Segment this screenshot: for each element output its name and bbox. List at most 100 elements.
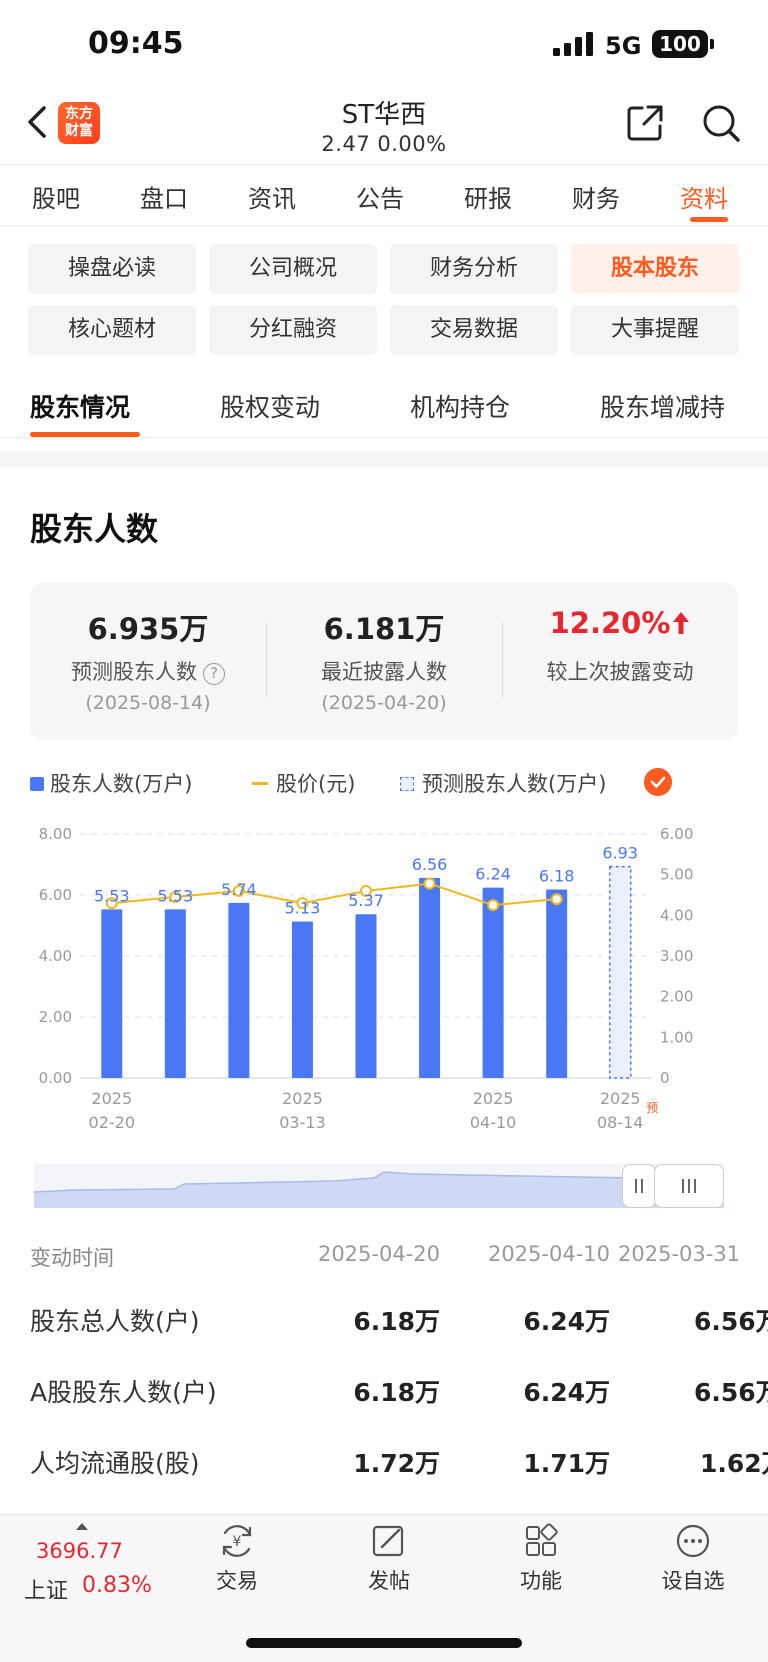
scrubber-handle-left[interactable] <box>622 1164 656 1208</box>
row-label: A股股东人数(户) <box>30 1378 217 1407</box>
network-type: 5G <box>605 32 642 60</box>
home-indicator <box>246 1638 522 1648</box>
x-tick-year: 2025 <box>282 1089 323 1108</box>
chip-trading-guide[interactable]: 操盘必读 <box>28 244 196 294</box>
chip-company-overview[interactable]: 公司概况 <box>209 244 377 294</box>
summary-card: 6.935万 预测股东人数? (2025-08-14) 6.181万 最近披露人… <box>30 582 738 740</box>
tab-announcements[interactable]: 公告 <box>356 179 404 214</box>
y-tick-left: 4.00 <box>39 947 72 965</box>
recent-value: 6.181万 <box>323 612 445 646</box>
table-cell: 6.24万 <box>523 1307 610 1336</box>
chip-trading-data[interactable]: 交易数据 <box>390 305 558 355</box>
y-tick-right: 3.00 <box>660 947 693 965</box>
section-tabs: 股东情况 股权变动 机构持仓 股东增减持 <box>0 376 768 438</box>
data-label: 5.37 <box>348 891 384 910</box>
table-header-label: 变动时间 <box>30 1246 114 1270</box>
bar <box>482 887 504 1078</box>
chip-dividends[interactable]: 分红融资 <box>209 305 377 355</box>
x-tick-date: 08-14 <box>597 1113 644 1132</box>
bar <box>101 909 123 1078</box>
tab-holder-status[interactable]: 股东情况 <box>30 388 130 424</box>
chip-financial-analysis[interactable]: 财务分析 <box>390 244 558 294</box>
active-tab-indicator <box>690 217 728 222</box>
table-date: 2025-03-31 <box>618 1242 741 1266</box>
tab-holder-trades[interactable]: 股东增减持 <box>600 388 725 424</box>
drag-handle-icon <box>635 1179 643 1193</box>
nav-add-watchlist[interactable]: 设自选 <box>638 1523 748 1595</box>
edit-post-icon <box>372 1525 404 1557</box>
table-cell: 1.62万 <box>700 1449 768 1478</box>
tab-news[interactable]: 资讯 <box>248 179 296 214</box>
legend-swatch-bar <box>30 777 44 791</box>
x-tick-year: 2025 <box>600 1089 641 1108</box>
arrow-up-icon <box>673 612 690 634</box>
data-label: 5.13 <box>285 899 321 918</box>
check-icon[interactable] <box>644 768 672 796</box>
tab-institution-holdings[interactable]: 机构持仓 <box>410 388 510 424</box>
tab-finance[interactable]: 财务 <box>572 179 620 214</box>
tab-equity-change[interactable]: 股权变动 <box>220 388 320 424</box>
svg-text:¥: ¥ <box>233 1534 242 1550</box>
tab-profile[interactable]: 资料 <box>680 179 728 214</box>
chart-range-scrubber[interactable] <box>34 1164 724 1208</box>
x-tick-date: 03-13 <box>279 1113 326 1132</box>
x-tick-year: 2025 <box>473 1089 514 1108</box>
table-cell: 6.56万 <box>694 1307 768 1336</box>
index-name: 上证 <box>24 1579 69 1604</box>
price-point <box>423 877 436 890</box>
holders-chart: 0.00 2.00 4.00 6.00 8.00 0 1.00 2.00 3.00 4.00 5.0… <box>39 825 694 1132</box>
tab-guba[interactable]: 股吧 <box>32 179 80 214</box>
change-label: 较上次披露变动 <box>546 660 694 684</box>
y-tick-right: 0 <box>660 1069 670 1087</box>
tab-pankou[interactable]: 盘口 <box>140 179 188 214</box>
forecast-bar <box>608 865 632 1079</box>
y-tick-right: 6.00 <box>660 825 693 843</box>
signal-icon <box>553 32 593 56</box>
chip-shares-holders[interactable]: 股本股东 <box>571 244 739 294</box>
data-label: 6.18 <box>539 867 575 886</box>
recent-label: 最近披露人数 <box>321 660 447 684</box>
table-cell: 1.71万 <box>523 1449 610 1478</box>
index-change: 0.83% <box>82 1573 152 1598</box>
table-cell: 6.56万 <box>694 1378 768 1407</box>
legend-swatch-line <box>252 782 268 785</box>
status-bar: 09:45 5G 100 <box>0 0 768 90</box>
bar <box>355 914 377 1078</box>
chip-events[interactable]: 大事提醒 <box>571 305 739 355</box>
y-tick-left: 6.00 <box>39 886 72 904</box>
tab-research[interactable]: 研报 <box>464 179 512 214</box>
bar <box>419 877 441 1078</box>
chip-core-themes[interactable]: 核心题材 <box>28 305 196 355</box>
nav-trade[interactable]: ¥ 交易 <box>182 1523 292 1595</box>
grid-apps-icon <box>526 1523 558 1556</box>
y-tick-right: 1.00 <box>660 1028 693 1046</box>
table-header: 变动时间 2025-04-20 2025-04-10 2025-03-31 <box>0 1242 768 1302</box>
bar <box>164 909 186 1078</box>
help-icon[interactable]: ? <box>203 663 225 685</box>
y-tick-left: 8.00 <box>39 825 72 843</box>
nav-functions[interactable]: 功能 <box>486 1523 596 1595</box>
drag-handle-icon <box>682 1179 696 1193</box>
legend-price[interactable]: 股价(元) <box>252 768 355 798</box>
x-tick-forecast-tag: 预 <box>646 1101 658 1115</box>
table-row: 人均流通股(股) 1.72万 1.71万 1.62万 <box>0 1444 768 1504</box>
search-icon[interactable] <box>700 102 742 144</box>
summary-forecast: 6.935万 预测股东人数? (2025-08-14) <box>30 582 266 740</box>
forecast-date: (2025-08-14) <box>85 692 211 714</box>
x-tick-date: 02-20 <box>89 1113 136 1132</box>
table-date: 2025-04-20 <box>317 1242 440 1266</box>
scrubber-handle-right[interactable] <box>654 1164 724 1208</box>
legend-forecast[interactable]: 预测股东人数(万户) <box>400 768 606 798</box>
price-point <box>550 893 563 906</box>
data-label: 5.53 <box>94 886 130 905</box>
legend-holders[interactable]: 股东人数(万户) <box>30 768 192 798</box>
nav-post[interactable]: 发帖 <box>334 1523 444 1595</box>
recent-date: (2025-04-20) <box>321 692 447 714</box>
y-tick-right: 5.00 <box>660 866 693 884</box>
data-label: 6.56 <box>412 855 448 874</box>
y-tick-left: 0.00 <box>39 1069 72 1087</box>
table-cell: 6.18万 <box>353 1307 440 1336</box>
table-date: 2025-04-10 <box>487 1242 610 1266</box>
share-icon[interactable] <box>624 102 666 144</box>
row-label: 股东总人数(户) <box>30 1307 200 1336</box>
